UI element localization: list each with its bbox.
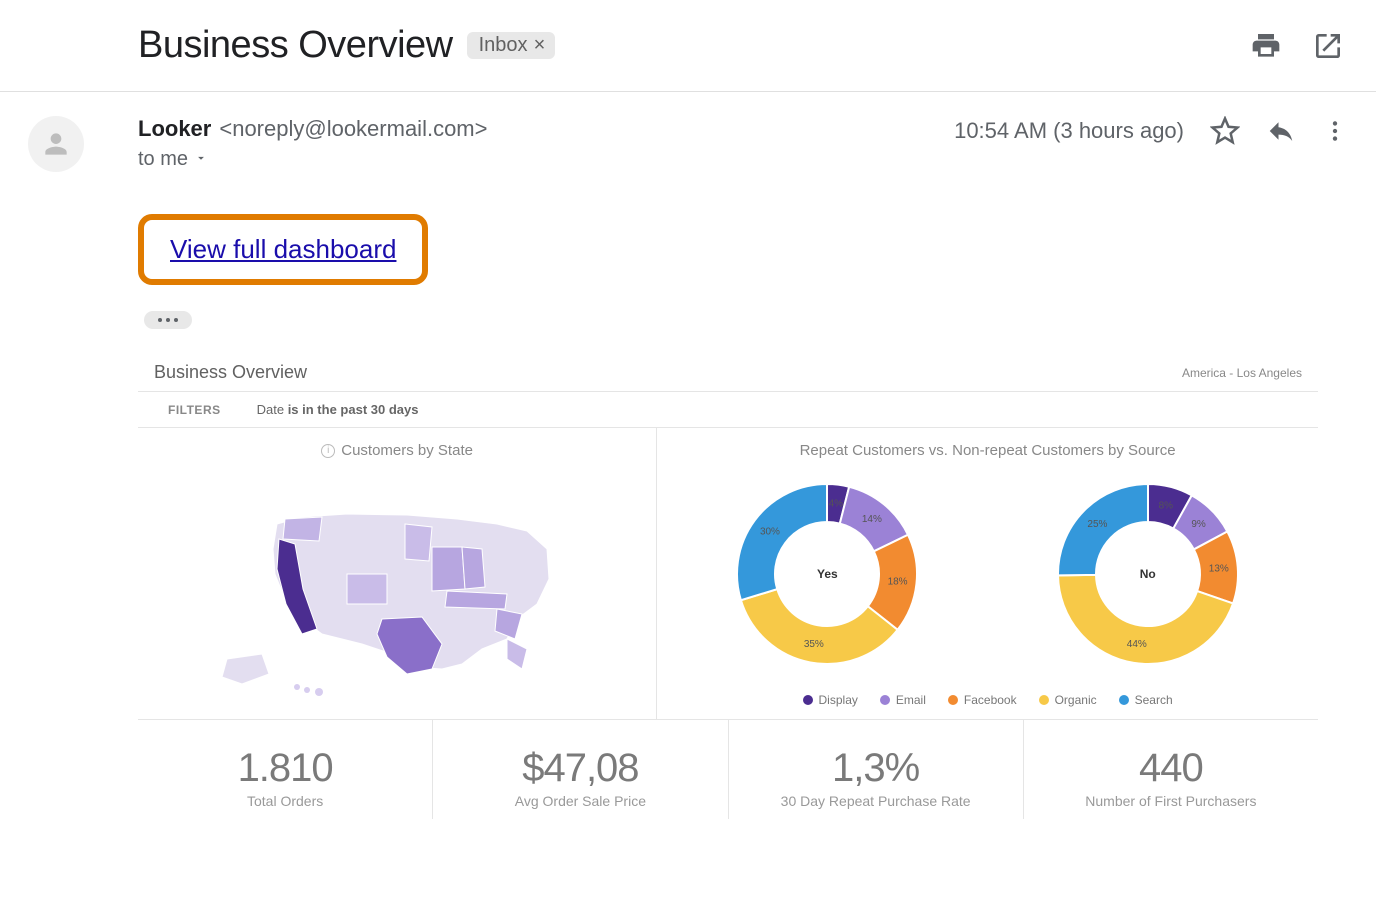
- more-options-icon[interactable]: [1322, 118, 1348, 144]
- legend-label: Facebook: [964, 693, 1017, 707]
- kpi-value: $47,08: [441, 746, 719, 791]
- svg-text:18%: 18%: [888, 577, 908, 588]
- svg-text:8%: 8%: [1158, 500, 1173, 511]
- inbox-label-text: Inbox: [479, 34, 528, 57]
- dashboard-preview: Business Overview America - Los Angeles …: [138, 362, 1318, 819]
- legend-label: Search: [1135, 693, 1173, 707]
- sender-email: <noreply@lookermail.com>: [219, 116, 487, 142]
- view-full-dashboard-link[interactable]: View full dashboard: [170, 234, 396, 264]
- svg-text:25%: 25%: [1087, 519, 1107, 530]
- legend-item: Search: [1119, 693, 1173, 707]
- dashboard-filter-bar: FILTERS Date is in the past 30 days: [138, 391, 1318, 428]
- filters-label: FILTERS: [168, 403, 221, 417]
- kpi-row: 1.810 Total Orders $47,08 Avg Order Sale Pr…: [138, 720, 1318, 819]
- kpi-value: 1,3%: [737, 746, 1015, 791]
- panel-repeat-customers: Repeat Customers vs. Non-repeat Customer…: [657, 428, 1318, 719]
- legend-item: Email: [880, 693, 926, 707]
- dashboard-timezone: America - Los Angeles: [1182, 366, 1302, 383]
- kpi-tile: 1,3% 30 Day Repeat Purchase Rate: [728, 720, 1023, 819]
- email-timestamp: 10:54 AM (3 hours ago): [954, 118, 1184, 144]
- donut-chart-no: 8%9%13%44%25% No: [1033, 469, 1263, 679]
- open-in-new-icon[interactable]: [1312, 30, 1344, 62]
- print-icon[interactable]: [1250, 30, 1282, 62]
- sender-block: Looker <noreply@lookermail.com> to me: [138, 116, 954, 171]
- remove-label-icon[interactable]: ×: [534, 34, 546, 57]
- filter-bold: is in the past 30 days: [288, 402, 419, 417]
- star-icon[interactable]: [1210, 116, 1240, 146]
- email-meta-row: Looker <noreply@lookermail.com> to me 10…: [0, 92, 1376, 172]
- header-actions: [1250, 30, 1344, 62]
- kpi-tile: 1.810 Total Orders: [138, 720, 432, 819]
- email-meta-actions: 10:54 AM (3 hours ago): [954, 116, 1348, 146]
- reply-icon[interactable]: [1266, 116, 1296, 146]
- legend-label: Organic: [1055, 693, 1097, 707]
- legend-swatch: [1119, 695, 1129, 705]
- kpi-label: Number of First Purchasers: [1032, 793, 1310, 809]
- svg-text:9%: 9%: [1191, 519, 1206, 530]
- kpi-value: 1.810: [146, 746, 424, 791]
- filter-description: Date is in the past 30 days: [257, 402, 419, 417]
- kpi-value: 440: [1032, 746, 1310, 791]
- view-dashboard-highlight: View full dashboard: [138, 214, 428, 285]
- svg-text:4%: 4%: [829, 499, 844, 510]
- kpi-tile: $47,08 Avg Order Sale Price: [432, 720, 727, 819]
- legend-swatch: [948, 695, 958, 705]
- email-body: View full dashboard Business Overview Am…: [138, 214, 1376, 819]
- email-header: Business Overview Inbox ×: [0, 0, 1376, 92]
- show-trimmed-content-icon[interactable]: [144, 311, 192, 329]
- svg-text:30%: 30%: [760, 527, 780, 538]
- email-subject: Business Overview: [138, 24, 453, 67]
- to-text: to me: [138, 148, 188, 171]
- svg-text:35%: 35%: [804, 639, 824, 650]
- donut-legend: Display Email Facebook Organic Search: [667, 693, 1308, 707]
- kpi-tile: 440 Number of First Purchasers: [1023, 720, 1318, 819]
- sender-name: Looker: [138, 116, 211, 142]
- donut-panel-title: Repeat Customers vs. Non-repeat Customer…: [800, 442, 1176, 459]
- donut-chart-yes: 4%14%18%35%30% Yes: [712, 469, 942, 679]
- us-map-chart: [148, 469, 646, 699]
- legend-item: Facebook: [948, 693, 1017, 707]
- legend-swatch: [803, 695, 813, 705]
- recipient-line[interactable]: to me: [138, 148, 954, 171]
- sender-avatar[interactable]: [28, 116, 84, 172]
- map-panel-title: Customers by State: [341, 442, 473, 459]
- svg-text:13%: 13%: [1209, 563, 1229, 574]
- legend-item: Display: [803, 693, 858, 707]
- inbox-label-chip[interactable]: Inbox ×: [467, 32, 556, 59]
- kpi-label: 30 Day Repeat Purchase Rate: [737, 793, 1015, 809]
- legend-swatch: [880, 695, 890, 705]
- svg-text:14%: 14%: [862, 514, 882, 525]
- legend-item: Organic: [1039, 693, 1097, 707]
- dashboard-title: Business Overview: [154, 362, 307, 383]
- filter-prefix: Date: [257, 402, 288, 417]
- legend-swatch: [1039, 695, 1049, 705]
- legend-label: Display: [819, 693, 858, 707]
- expand-recipients-icon[interactable]: [194, 148, 208, 171]
- kpi-label: Avg Order Sale Price: [441, 793, 719, 809]
- svg-text:44%: 44%: [1127, 639, 1147, 650]
- panel-customers-by-state: i Customers by State: [138, 428, 657, 719]
- kpi-label: Total Orders: [146, 793, 424, 809]
- info-icon: i: [321, 444, 335, 458]
- legend-label: Email: [896, 693, 926, 707]
